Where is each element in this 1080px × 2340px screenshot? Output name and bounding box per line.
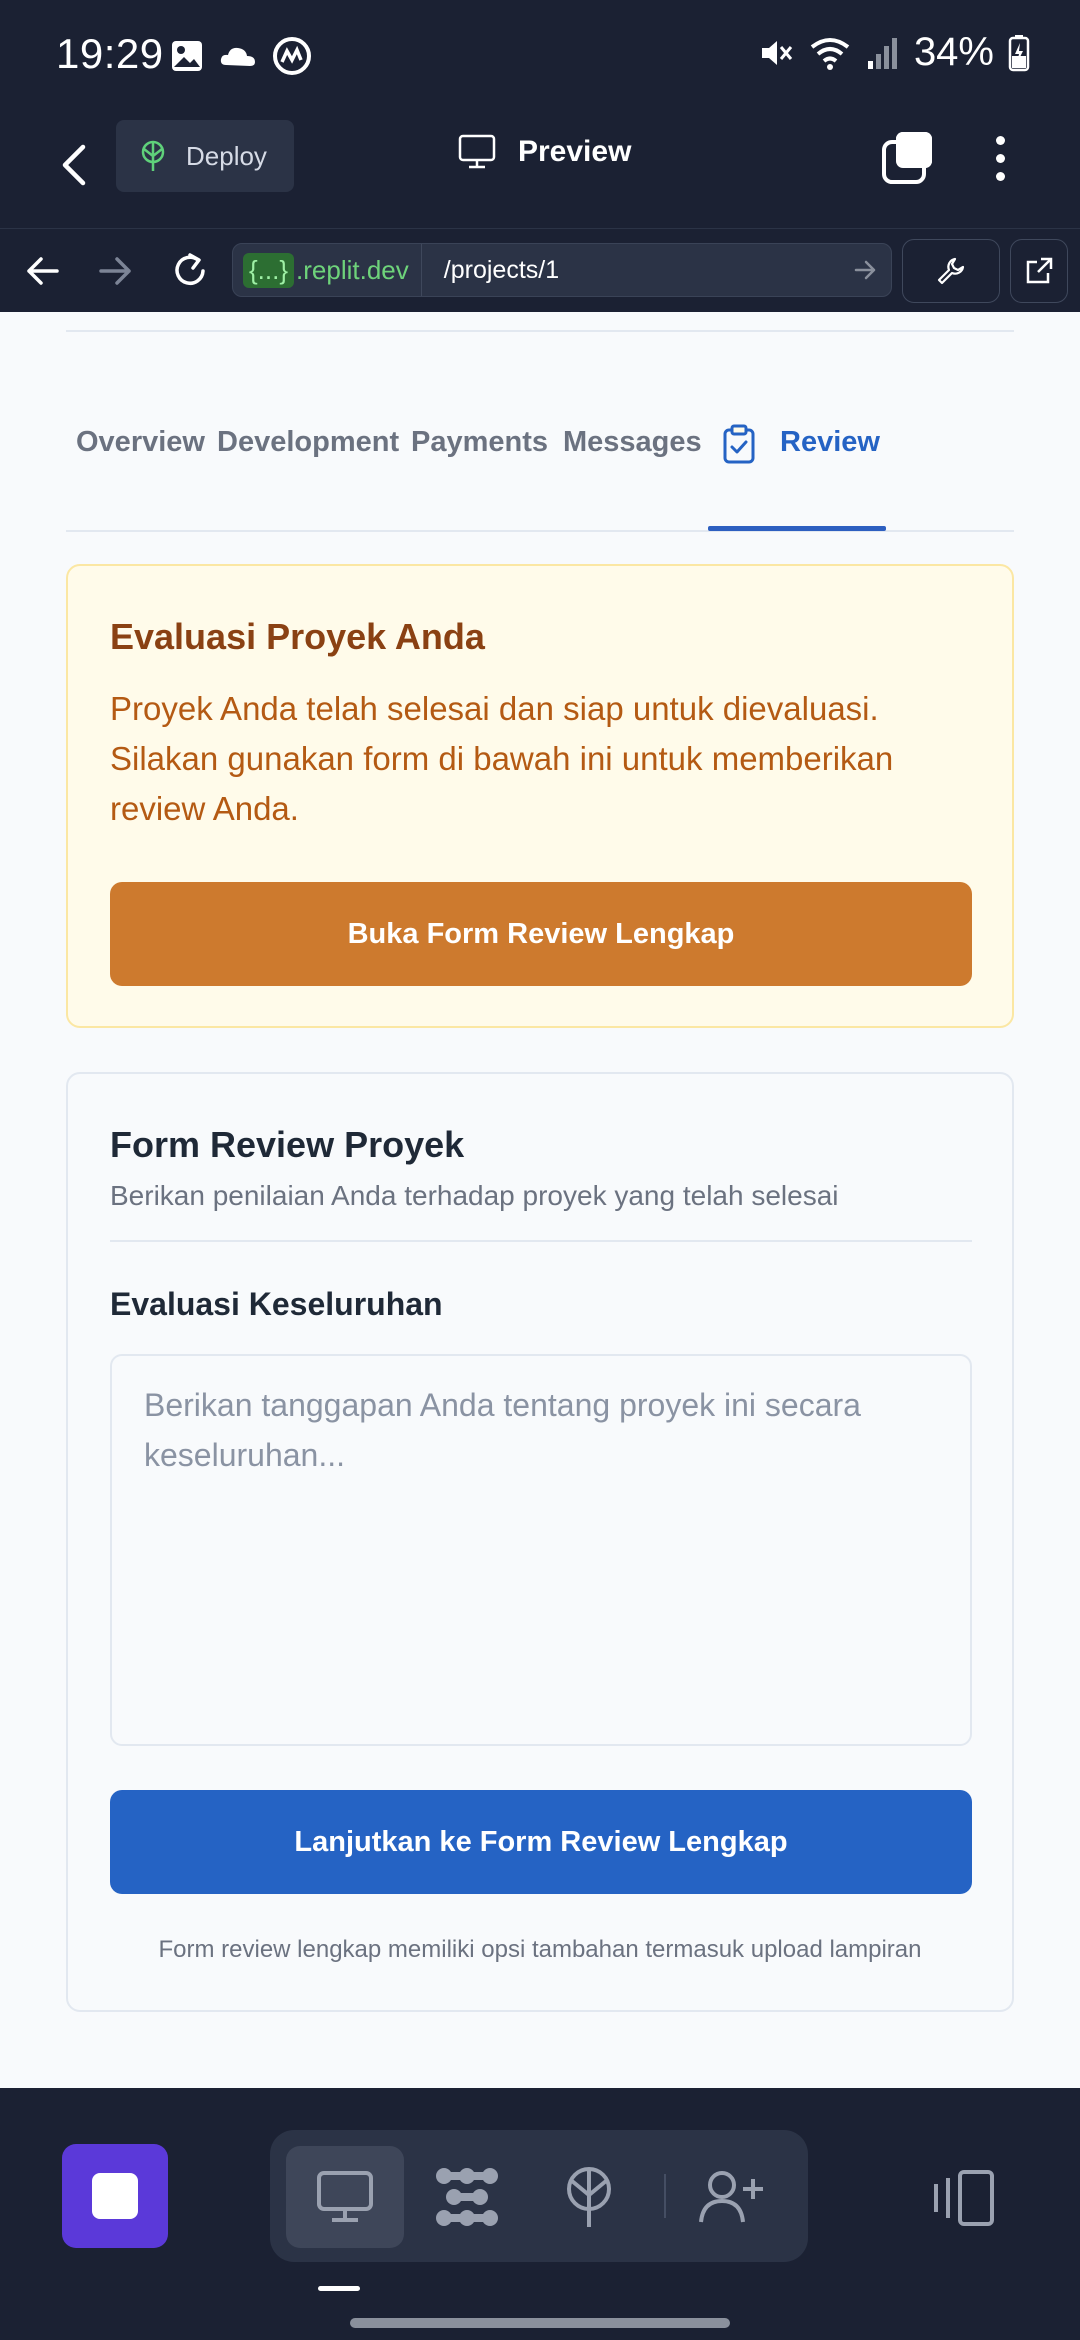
dock-separator xyxy=(664,2174,666,2218)
web-content: Overview Development Payments Messages R… xyxy=(0,312,1080,2088)
invite-user-icon xyxy=(699,2171,763,2223)
wrench-icon xyxy=(937,257,965,285)
form-subtitle: Berikan penilaian Anda terhadap proyek y… xyxy=(110,1180,839,1211)
url-domain: {...} .replit.dev xyxy=(233,244,422,296)
desktop-icon xyxy=(458,134,496,169)
dock-preview-button[interactable] xyxy=(286,2146,404,2248)
dock-invite-button[interactable] xyxy=(672,2146,790,2248)
form-title: Form Review Proyek xyxy=(110,1124,465,1165)
continue-full-review-button[interactable]: Lanjutkan ke Form Review Lengkap xyxy=(110,1790,972,1894)
battery-icon xyxy=(1008,34,1030,71)
divider xyxy=(66,330,1014,332)
arrow-right-icon xyxy=(854,260,876,280)
cloud-icon xyxy=(220,47,255,66)
arrow-left-icon xyxy=(27,257,59,285)
tab-payments[interactable]: Payments xyxy=(411,412,548,532)
bottom-dock xyxy=(0,2088,1080,2340)
external-link-icon xyxy=(1026,257,1053,284)
open-external-button[interactable] xyxy=(1010,239,1068,303)
deploy-label: Deploy xyxy=(186,140,267,171)
tabs-button[interactable] xyxy=(878,128,938,188)
open-full-review-button[interactable]: Buka Form Review Lengkap xyxy=(110,882,972,986)
workspace-icon xyxy=(436,2168,498,2226)
panel-toggle-button[interactable] xyxy=(930,2168,1000,2228)
reload-icon xyxy=(175,253,205,285)
overall-evaluation-textarea[interactable] xyxy=(110,1354,972,1746)
tab-overview[interactable]: Overview xyxy=(76,412,205,532)
form-note: Form review lengkap memiliki opsi tambah… xyxy=(158,1936,922,1963)
tab-development[interactable]: Development xyxy=(217,412,399,532)
wifi-icon xyxy=(810,37,850,70)
url-domain-text: .replit.dev xyxy=(296,254,409,285)
tab-review-label: Review xyxy=(780,426,880,458)
deploy-button[interactable]: Deploy xyxy=(116,120,294,192)
deploy-icon xyxy=(567,2167,611,2227)
dock-tools xyxy=(270,2130,808,2262)
browser-forward-button[interactable] xyxy=(92,247,140,295)
battery-level: 34% xyxy=(913,30,994,74)
panel-icon xyxy=(934,2170,994,2226)
status-time: 19:29 xyxy=(56,30,164,77)
preview-title: Preview xyxy=(458,134,631,170)
devtools-button[interactable] xyxy=(902,239,1000,303)
project-tabs: Overview Development Payments Messages R… xyxy=(66,412,1014,532)
dock-deploy-button[interactable] xyxy=(530,2146,648,2248)
page-title: Preview xyxy=(518,135,632,168)
active-tab-indicator xyxy=(708,526,886,531)
url-bar: {...} .replit.dev /projects/1 xyxy=(0,228,1080,312)
coinmarketcap-icon xyxy=(273,37,311,75)
tab-messages[interactable]: Messages xyxy=(563,412,702,532)
reload-button[interactable] xyxy=(166,247,214,295)
url-go-button[interactable] xyxy=(841,260,891,280)
home-indicator[interactable] xyxy=(350,2318,730,2328)
tabs-icon xyxy=(882,132,932,184)
gallery-icon xyxy=(172,41,202,71)
desktop-icon xyxy=(317,2171,373,2222)
app-header: Deploy Preview xyxy=(0,108,1080,228)
stop-button[interactable] xyxy=(62,2144,168,2248)
url-field[interactable]: {...} .replit.dev /projects/1 xyxy=(232,243,892,297)
mute-icon xyxy=(761,40,793,65)
deploy-icon xyxy=(141,140,165,171)
more-menu-button[interactable] xyxy=(980,128,1020,188)
active-indicator xyxy=(318,2286,360,2291)
url-path: /projects/1 xyxy=(443,255,560,284)
evaluation-alert: Evaluasi Proyek Anda Proyek Anda telah s… xyxy=(66,564,1014,1028)
alert-text: Proyek Anda telah selesai dan siap untuk… xyxy=(110,690,894,827)
review-form-card: Form Review Proyek Berikan penilaian And… xyxy=(66,1072,1014,2012)
browser-back-button[interactable] xyxy=(18,247,66,295)
alert-title: Evaluasi Proyek Anda xyxy=(110,616,485,657)
clipboard-check-icon xyxy=(723,424,755,464)
stop-icon xyxy=(92,2173,138,2219)
chevron-left-icon xyxy=(62,144,86,186)
back-button[interactable] xyxy=(44,130,104,200)
signal-icon xyxy=(867,37,897,69)
tab-review[interactable]: Review xyxy=(722,412,880,532)
divider xyxy=(110,1240,972,1242)
status-bar: 19:29 34% xyxy=(0,0,1080,108)
url-domain-brace: {...} xyxy=(243,252,295,288)
dock-workspace-button[interactable] xyxy=(408,2146,526,2248)
arrow-right-icon xyxy=(99,257,131,285)
overall-evaluation-label: Evaluasi Keseluruhan xyxy=(110,1286,443,1322)
